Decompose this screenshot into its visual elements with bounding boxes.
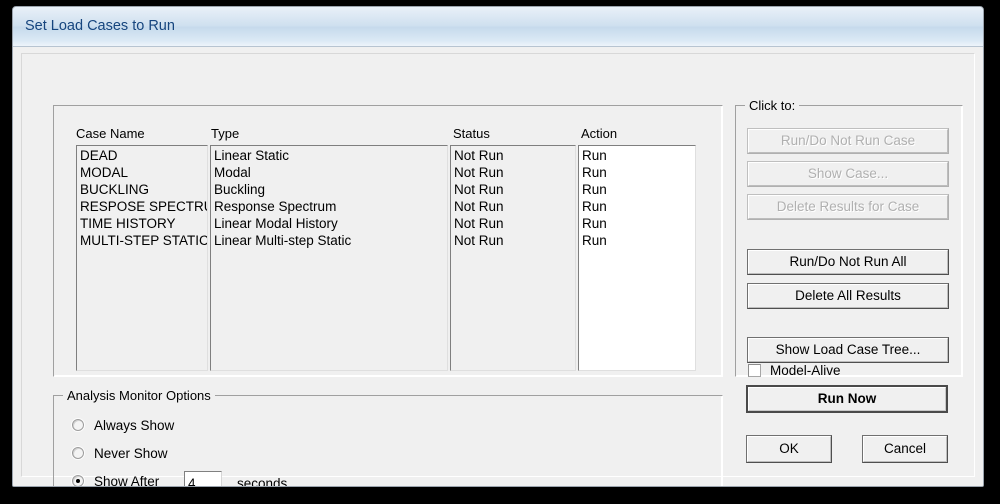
radio-button-indicator	[72, 419, 84, 431]
table-cell-type: Buckling	[214, 182, 266, 197]
table-cell-case-name: TIME HISTORY	[80, 216, 176, 231]
list-column-case-name[interactable]: DEAD MODAL BUCKLING RESPOSE SPECTRUM TIM…	[76, 145, 208, 371]
table-cell-action: Run	[582, 233, 607, 248]
dialog-window: Set Load Cases to Run Case Name Type Sta…	[12, 6, 984, 487]
table-cell-case-name: DEAD	[80, 148, 118, 163]
column-header-status: Status	[453, 126, 490, 141]
show-after-seconds-input[interactable]	[184, 471, 222, 486]
radio-label: Always Show	[94, 417, 175, 433]
radio-button-indicator	[72, 447, 84, 459]
click-to-group: Click to: Run/Do Not Run Case Show Case.…	[735, 98, 963, 377]
case-name-cells: DEAD MODAL BUCKLING RESPOSE SPECTRUM TIM…	[80, 147, 207, 249]
column-header-type: Type	[211, 126, 240, 141]
table-cell-action: Run	[582, 216, 607, 231]
button-label: OK	[779, 441, 799, 457]
button-label: Cancel	[883, 441, 927, 457]
radio-button-indicator	[72, 475, 84, 486]
analysis-monitor-options-group: Analysis Monitor Options Always Show Nev…	[53, 388, 723, 487]
button-label: Delete All Results	[795, 288, 901, 304]
model-alive-label: Model-Alive	[770, 363, 841, 378]
table-cell-case-name: RESPOSE SPECTRUM	[80, 199, 207, 214]
table-cell-action: Run	[582, 165, 607, 180]
column-header-case-name: Case Name	[76, 126, 145, 141]
cancel-button[interactable]: Cancel	[862, 435, 948, 463]
load-case-list-group: Case Name Type Status Action DEAD MODAL …	[53, 105, 723, 377]
table-cell-status: Not Run	[454, 148, 504, 163]
type-cells: Linear Static Modal Buckling Response Sp…	[214, 147, 447, 249]
table-cell-status: Not Run	[454, 199, 504, 214]
list-column-action[interactable]: Run Run Run Run Run Run	[578, 145, 696, 371]
run-now-button[interactable]: Run Now	[746, 385, 948, 413]
show-load-case-tree-button[interactable]: Show Load Case Tree...	[747, 337, 949, 363]
show-case-button[interactable]: Show Case...	[747, 161, 949, 187]
radio-never-show[interactable]: Never Show	[72, 444, 168, 462]
table-cell-status: Not Run	[454, 216, 504, 231]
radio-label: Never Show	[94, 445, 168, 461]
table-cell-status: Not Run	[454, 182, 504, 197]
table-cell-type: Linear Static	[214, 148, 290, 163]
dialog-client-area: Case Name Type Status Action DEAD MODAL …	[13, 47, 983, 486]
screen: Set Load Cases to Run Case Name Type Sta…	[0, 0, 1000, 504]
button-label: Delete Results for Case	[776, 199, 920, 215]
table-cell-status: Not Run	[454, 165, 504, 180]
button-label: Run/Do Not Run All	[789, 254, 907, 270]
title-bar: Set Load Cases to Run	[13, 7, 983, 47]
table-cell-case-name: MODAL	[80, 165, 129, 180]
run-do-not-run-case-button[interactable]: Run/Do Not Run Case	[747, 128, 949, 154]
model-alive-checkbox-row[interactable]: Model-Alive	[748, 363, 841, 378]
table-cell-status: Not Run	[454, 233, 504, 248]
window-title: Set Load Cases to Run	[25, 18, 175, 34]
list-column-type[interactable]: Linear Static Modal Buckling Response Sp…	[210, 145, 448, 371]
button-label: Show Load Case Tree...	[775, 342, 921, 358]
table-cell-action: Run	[582, 148, 607, 163]
table-cell-type: Response Spectrum	[214, 199, 337, 214]
seconds-label: seconds	[237, 476, 288, 487]
status-cells: Not Run Not Run Not Run Not Run Not Run …	[454, 147, 575, 249]
button-label: Show Case...	[807, 166, 889, 182]
action-cells: Run Run Run Run Run Run	[582, 147, 695, 249]
button-label: Run/Do Not Run Case	[780, 133, 916, 149]
checkbox-indicator	[748, 364, 761, 377]
delete-all-results-button[interactable]: Delete All Results	[747, 283, 949, 309]
list-column-status[interactable]: Not Run Not Run Not Run Not Run Not Run …	[450, 145, 576, 371]
table-cell-action: Run	[582, 199, 607, 214]
table-cell-case-name: MULTI-STEP STATIC	[80, 233, 207, 248]
table-cell-type: Modal	[214, 165, 251, 180]
table-cell-type: Linear Multi-step Static	[214, 233, 352, 248]
click-to-caption: Click to:	[745, 98, 800, 113]
table-cell-action: Run	[582, 182, 607, 197]
table-cell-type: Linear Modal History	[214, 216, 338, 231]
ok-button[interactable]: OK	[746, 435, 832, 463]
delete-results-for-case-button[interactable]: Delete Results for Case	[747, 194, 949, 220]
radio-always-show[interactable]: Always Show	[72, 416, 174, 434]
run-do-not-run-all-button[interactable]: Run/Do Not Run All	[747, 249, 949, 275]
radio-show-after[interactable]: Show After	[72, 472, 160, 487]
radio-label: Show After	[94, 473, 160, 487]
table-cell-case-name: BUCKLING	[80, 182, 150, 197]
analysis-monitor-caption: Analysis Monitor Options	[63, 388, 215, 403]
column-header-action: Action	[581, 126, 618, 141]
button-label: Run Now	[817, 391, 877, 407]
